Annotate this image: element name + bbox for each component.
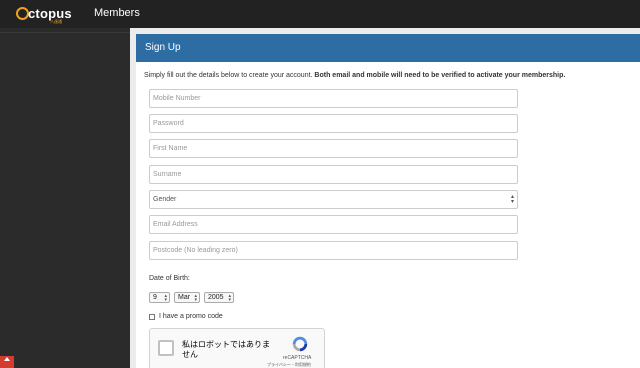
surname-placeholder: Surname: [153, 171, 182, 178]
postcode-placeholder: Postcode (No leading zero): [153, 247, 238, 254]
recaptcha-text: 私はロボットではありません: [182, 340, 270, 359]
dob-month-value: Mar: [178, 294, 191, 301]
promo-code-checkbox[interactable]: [149, 314, 155, 320]
intro-text: Simply fill out the details below to cre…: [144, 72, 565, 79]
nav-members-link[interactable]: Members: [94, 7, 140, 19]
scroll-top-button[interactable]: [0, 356, 14, 368]
sidebar: [0, 28, 130, 368]
dob-year-value: 2005: [208, 294, 224, 301]
dob-year-select[interactable]: 2005 ▴ ▾: [204, 292, 234, 303]
email-input[interactable]: Email Address: [149, 215, 518, 234]
dob-day-select[interactable]: 9 ▴ ▾: [149, 292, 170, 303]
recaptcha-logo-icon: [292, 336, 308, 352]
signup-panel: Sign Up Simply fill out the details belo…: [136, 34, 640, 368]
sidebar-divider: [0, 32, 130, 33]
octopus-logo[interactable]: ctopus 八達通: [16, 4, 76, 24]
email-placeholder: Email Address: [153, 221, 198, 228]
dob-month-select[interactable]: Mar ▴ ▾: [174, 292, 200, 303]
intro-bold: Both email and mobile will need to be ve…: [314, 72, 566, 79]
gender-select[interactable]: Gender ▴ ▾: [149, 190, 518, 209]
password-placeholder: Password: [153, 120, 184, 127]
logo-subtext: 八達通: [50, 19, 62, 24]
gender-selected-value: Gender: [153, 196, 177, 203]
recaptcha-links[interactable]: プライバシー・利用規約: [267, 362, 311, 368]
select-arrows-icon: ▴ ▾: [194, 293, 197, 303]
recaptcha-brand: reCAPTCHA: [283, 355, 312, 361]
first-name-placeholder: First Name: [153, 145, 188, 152]
dob-label: Date of Birth:: [149, 275, 190, 282]
mobile-number-input[interactable]: Mobile Number: [149, 89, 518, 108]
top-navbar: ctopus 八達通 Members: [0, 0, 640, 28]
intro-plain: Simply fill out the details below to cre…: [144, 72, 315, 79]
postcode-input[interactable]: Postcode (No leading zero): [149, 241, 518, 260]
promo-code-label[interactable]: I have a promo code: [159, 313, 223, 320]
mobile-placeholder: Mobile Number: [153, 95, 201, 102]
select-arrows-icon: ▴ ▾: [510, 194, 514, 205]
recaptcha-widget: 私はロボットではありません reCAPTCHA プライバシー・利用規約: [149, 328, 325, 368]
select-arrows-icon: ▴ ▾: [228, 293, 231, 303]
panel-header: Sign Up: [136, 34, 640, 62]
select-arrows-icon: ▴ ▾: [164, 293, 167, 303]
main-content: Sign Up Simply fill out the details belo…: [130, 28, 640, 368]
dob-day-value: 9: [153, 294, 157, 301]
first-name-input[interactable]: First Name: [149, 139, 518, 158]
recaptcha-checkbox[interactable]: [158, 340, 174, 356]
surname-input[interactable]: Surname: [149, 165, 518, 184]
password-input[interactable]: Password: [149, 114, 518, 133]
arrow-up-icon: [4, 357, 10, 361]
panel-title: Sign Up: [145, 42, 181, 53]
